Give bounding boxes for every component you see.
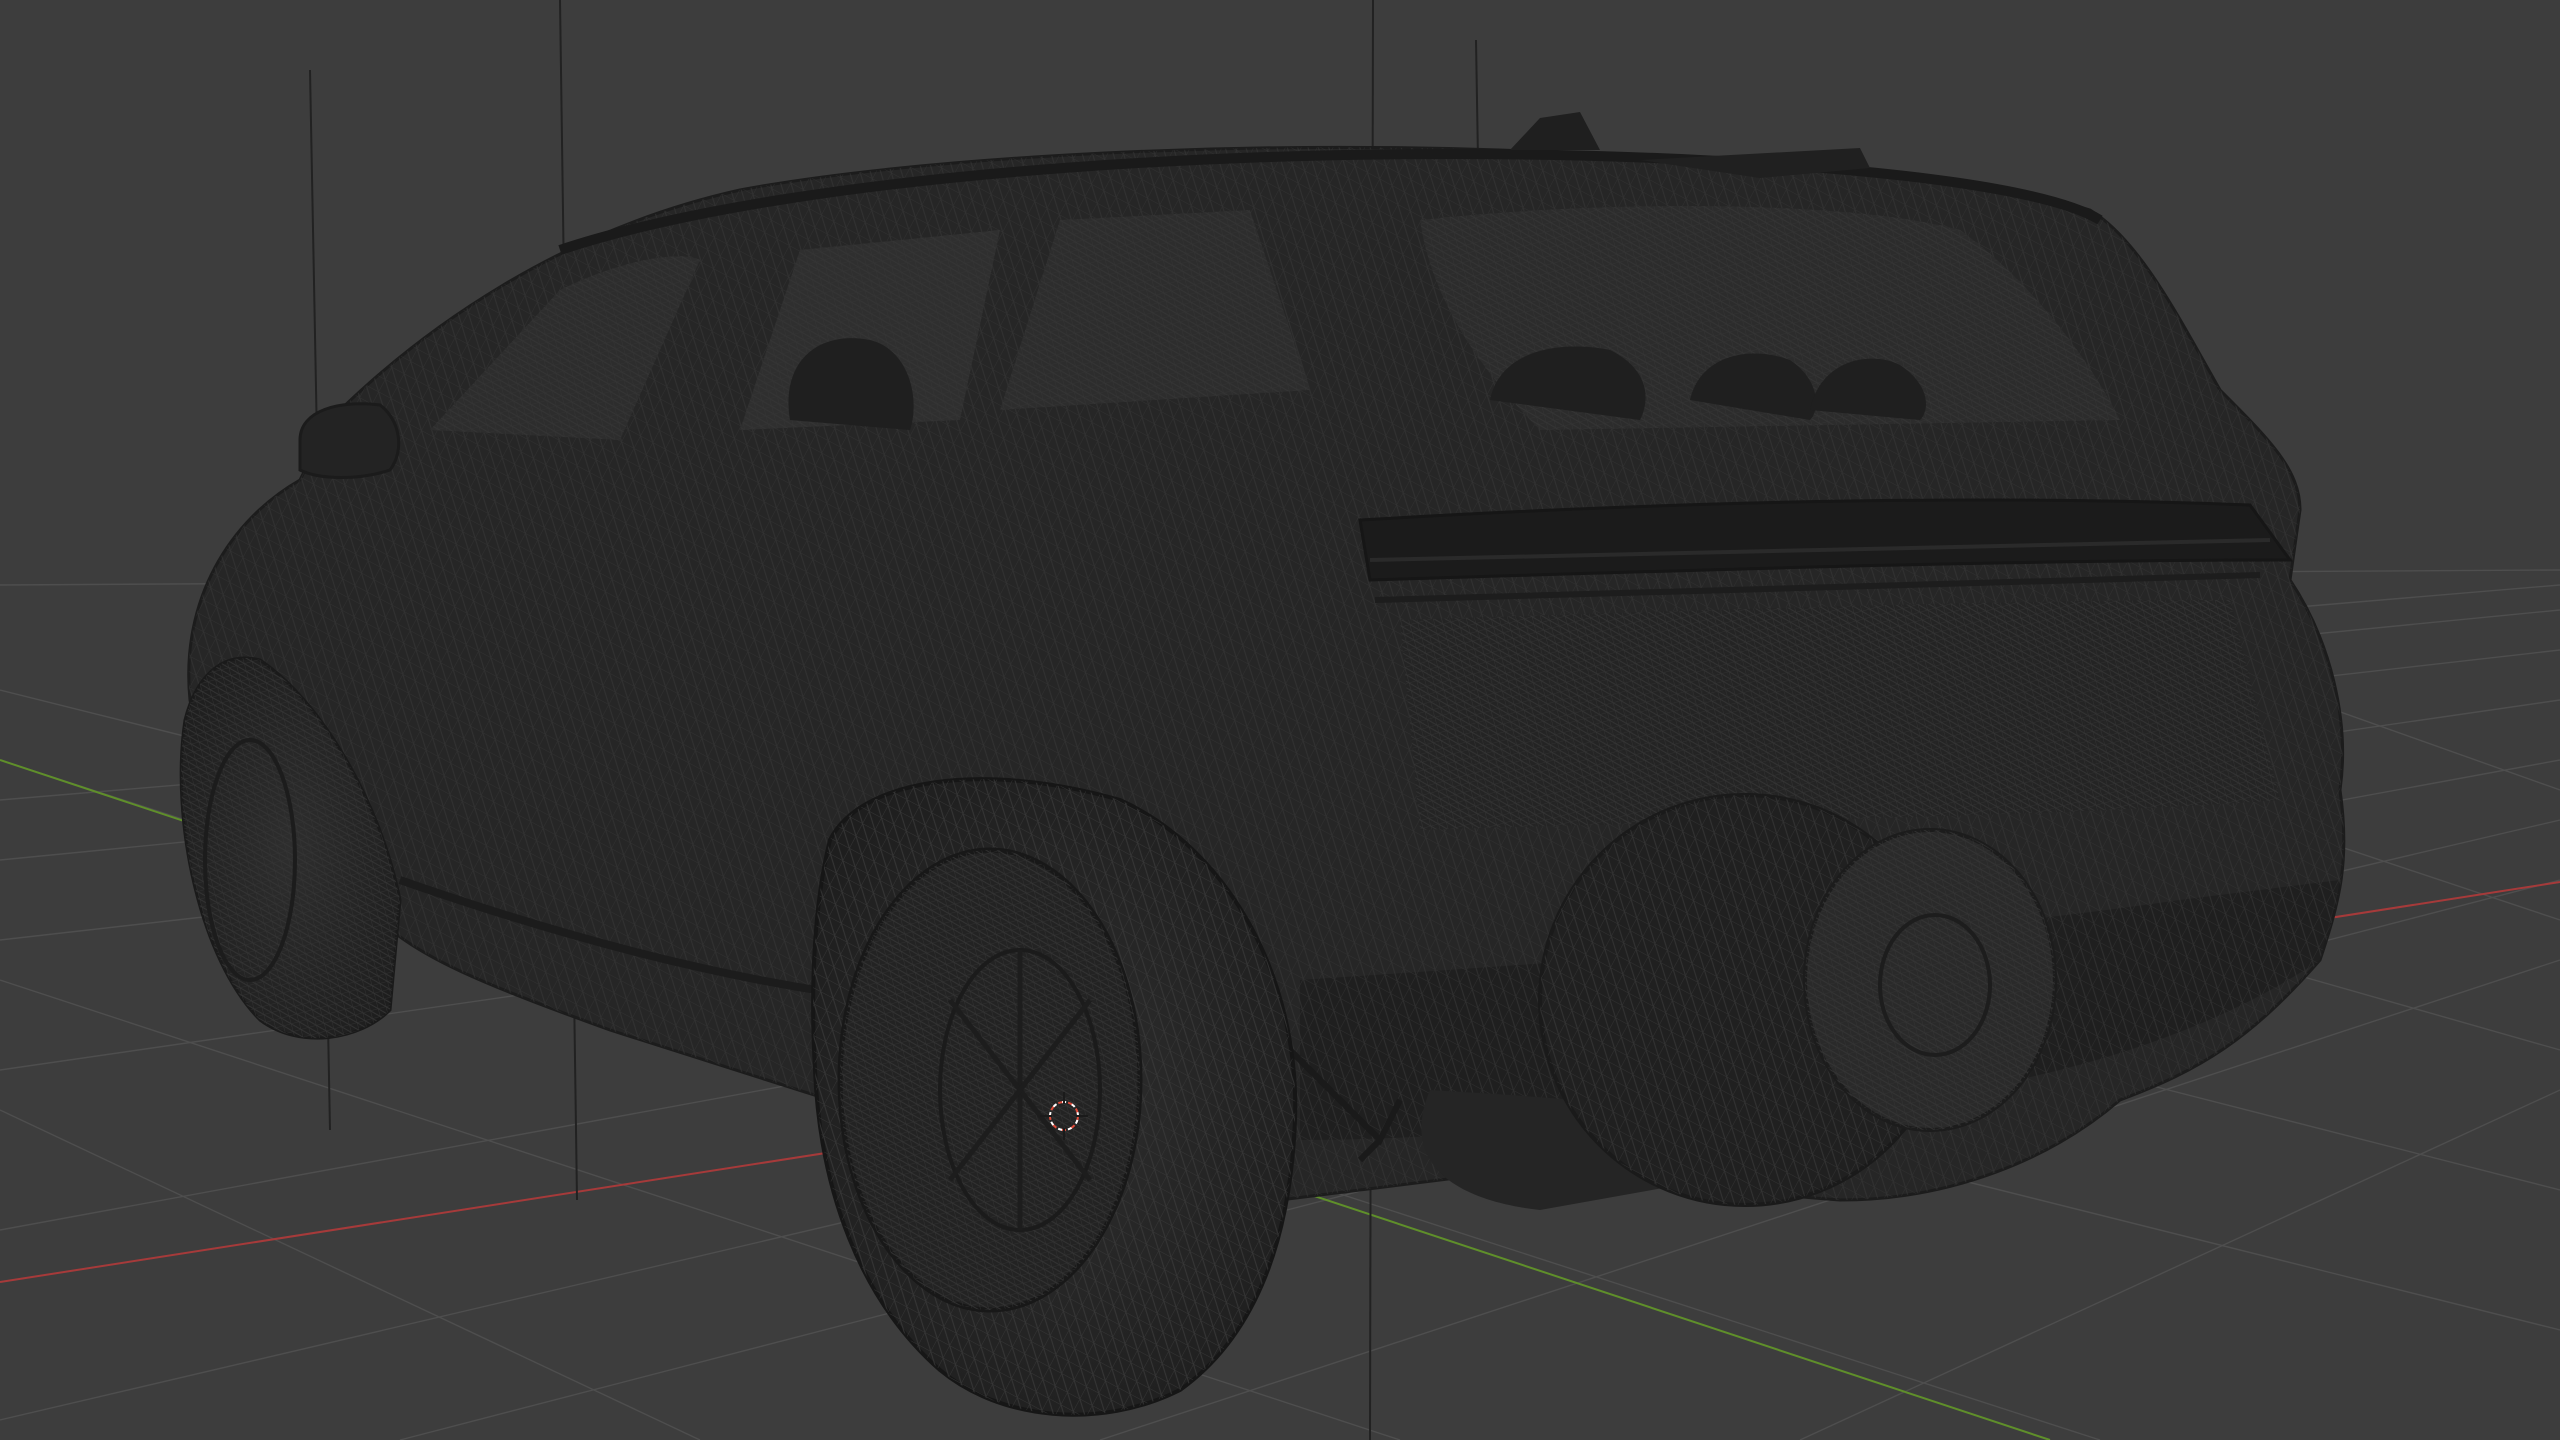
suv-car-model[interactable] xyxy=(179,112,2346,1417)
side-mirror xyxy=(298,402,401,479)
3d-viewport[interactable] xyxy=(0,0,2560,1440)
viewport-scene[interactable] xyxy=(0,0,2560,1440)
